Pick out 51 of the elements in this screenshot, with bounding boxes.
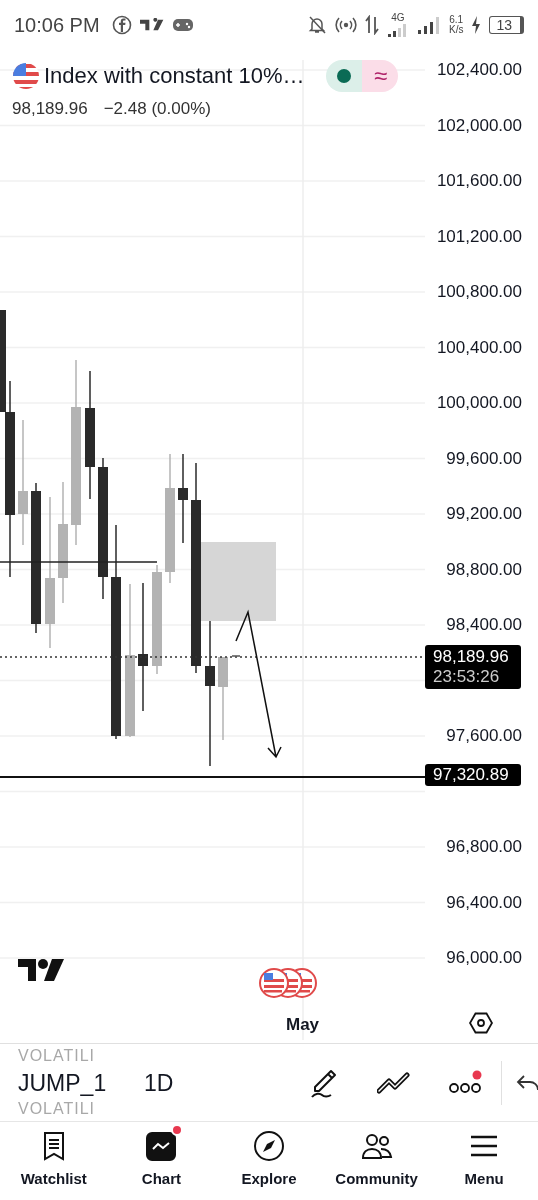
hotspot-icon: [334, 16, 357, 34]
axis-label: 97,600.00: [446, 726, 522, 746]
settings-icon[interactable]: [469, 1012, 493, 1034]
axis-label: 96,400.00: [446, 892, 522, 913]
axis-label: 100,400.00: [436, 337, 522, 358]
status-time: 10:06 PM: [14, 13, 100, 38]
price-value: 97,320.89: [433, 766, 510, 784]
symbol-button[interactable]: JUMP_1: [18, 1069, 128, 1096]
axis-label: 100,800.00: [436, 282, 522, 302]
event-flags-icon[interactable]: [259, 968, 319, 998]
axis-label: 98,400.00: [446, 615, 522, 635]
facebook-icon: [111, 15, 132, 35]
countdown-text: 23:53:26: [433, 667, 501, 687]
symbol-title[interactable]: Index with constant 10%…: [44, 65, 305, 87]
logo-icon: [139, 18, 164, 32]
gamepad-icon: [171, 17, 194, 33]
signal-icon: [416, 15, 441, 35]
battery-level: 13: [489, 16, 524, 34]
axis-label: 101,200.00: [436, 226, 522, 247]
time-axis-label: May: [286, 1014, 320, 1036]
nav-tab[interactable]: Community: [322, 1122, 431, 1200]
price-value: 98,189.96: [12, 98, 88, 120]
nav-tab[interactable]: Explore: [215, 1122, 323, 1200]
axis-label: 98,800.00: [446, 559, 522, 580]
axis-label: 96,800.00: [446, 837, 522, 857]
more-icon[interactable]: [449, 1069, 483, 1096]
nav-tab[interactable]: Chart: [107, 1122, 216, 1200]
symbol-text: VOLATILI: [18, 1101, 97, 1117]
axis-label: 100,000.00: [436, 393, 522, 413]
speed-unit: K/s: [448, 25, 464, 35]
data-icon: [364, 15, 379, 35]
axis-label: 101,600.00: [436, 171, 522, 191]
axis-label: 96,000.00: [446, 948, 522, 968]
axis-label: 102,000.00: [436, 115, 522, 136]
axis-label: 99,200.00: [446, 504, 522, 524]
axis-label: 99,600.00: [446, 448, 522, 469]
price-value: 98,189.96: [433, 647, 510, 667]
axis-label: 102,400.00: [436, 60, 522, 80]
nav-tab[interactable]: Watchlist: [0, 1122, 108, 1200]
charging-icon: [471, 16, 482, 34]
symbol-text: VOLATILI: [18, 1048, 97, 1064]
logo-icon: [18, 959, 64, 981]
mute-icon: [306, 15, 327, 35]
trend-line-icon[interactable]: [377, 1070, 413, 1095]
tick-mark: [231, 655, 241, 657]
interval-button[interactable]: 1D: [144, 1069, 174, 1096]
speed-value: 6.1: [449, 15, 464, 25]
nav-tab[interactable]: Menu: [430, 1122, 538, 1200]
signal-icon: [386, 23, 409, 37]
price-change: −2.48 (0.00%): [103, 98, 211, 120]
network-type: 4G: [391, 13, 405, 23]
